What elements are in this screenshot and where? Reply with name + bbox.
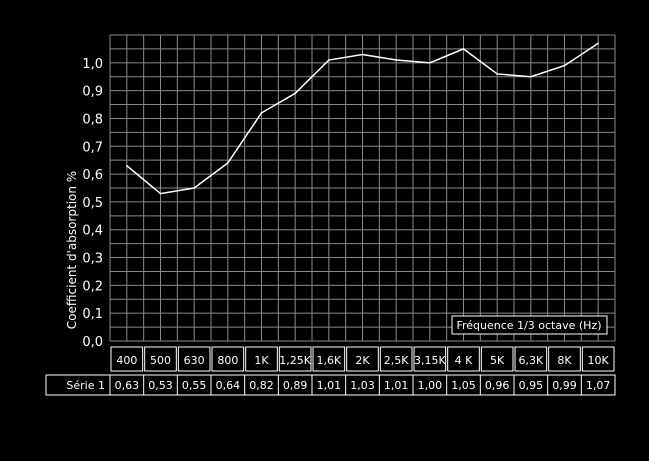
- x-axis-label: Fréquence 1/3 octave (Hz): [456, 319, 601, 332]
- y-tick-label: 0,0: [82, 335, 103, 350]
- data-label: 0,99: [552, 379, 577, 392]
- data-point: [328, 59, 330, 61]
- series-name: Série 1: [66, 379, 105, 392]
- x-tick-label: 2K: [355, 354, 370, 367]
- data-label: 1,01: [317, 379, 342, 392]
- data-label: 1,05: [451, 379, 476, 392]
- data-point: [294, 92, 296, 95]
- data-label: 1,07: [586, 379, 611, 392]
- data-point: [462, 48, 465, 50]
- y-tick-label: 0,2: [82, 279, 103, 294]
- y-tick-label: 0,1: [82, 307, 103, 322]
- y-tick-label: 0,9: [82, 85, 103, 100]
- data-label: 0,96: [485, 379, 510, 392]
- x-tick-label: 1K: [254, 354, 269, 367]
- data-point: [126, 164, 128, 167]
- data-point: [227, 162, 229, 164]
- data-label: 0,53: [148, 379, 173, 392]
- x-tick-label: 5K: [490, 354, 505, 367]
- y-tick-label: 0,7: [82, 140, 103, 155]
- y-tick-label: 0,5: [82, 196, 103, 211]
- data-point: [429, 62, 431, 64]
- data-label: 0,82: [249, 379, 274, 392]
- data-point: [597, 42, 599, 45]
- data-point: [496, 73, 498, 75]
- data-label: 1,01: [384, 379, 409, 392]
- data-label: 0,63: [115, 379, 140, 392]
- data-label: 0,89: [283, 379, 308, 392]
- data-point: [563, 64, 566, 67]
- data-point: [530, 75, 532, 78]
- y-axis-label: Coefficient d'absorption %: [65, 171, 79, 329]
- x-tick-label: 1,25K: [279, 354, 311, 367]
- y-tick-label: 1,0: [82, 57, 103, 72]
- y-tick-label: 0,6: [82, 168, 103, 183]
- x-tick-label: 800: [217, 354, 238, 367]
- data-label: 0,95: [519, 379, 544, 392]
- x-tick-label: 10K: [588, 354, 610, 367]
- x-tick-label: 6,3K: [518, 354, 543, 367]
- data-label: 0,55: [182, 379, 207, 392]
- y-tick-label: 0,4: [82, 224, 103, 239]
- data-point: [361, 53, 364, 56]
- data-point: [260, 112, 263, 114]
- x-tick-label: 1,6K: [316, 354, 341, 367]
- data-point: [159, 192, 162, 195]
- x-tick-label: 3,15K: [414, 354, 446, 367]
- absorption-chart: 0,0 0,1 0,2 0,3 0,4 0,5 0,6 0,7 0,8 0,9 1,0 Coeffic…: [45, 34, 616, 396]
- y-tick-label: 0,3: [82, 252, 103, 267]
- data-label: 1,00: [418, 379, 443, 392]
- y-tick-label: 0,8: [82, 112, 103, 127]
- x-tick-label: 500: [150, 354, 171, 367]
- data-label: 0,64: [216, 379, 241, 392]
- data-point: [395, 59, 397, 61]
- x-tick-label: 4 K: [455, 354, 473, 367]
- data-label: 1,03: [350, 379, 375, 392]
- x-tick-label: 630: [184, 354, 205, 367]
- x-tick-label: 8K: [557, 354, 572, 367]
- x-tick-label: 400: [116, 354, 137, 367]
- data-point: [193, 187, 195, 189]
- x-tick-label: 2,5K: [384, 354, 409, 367]
